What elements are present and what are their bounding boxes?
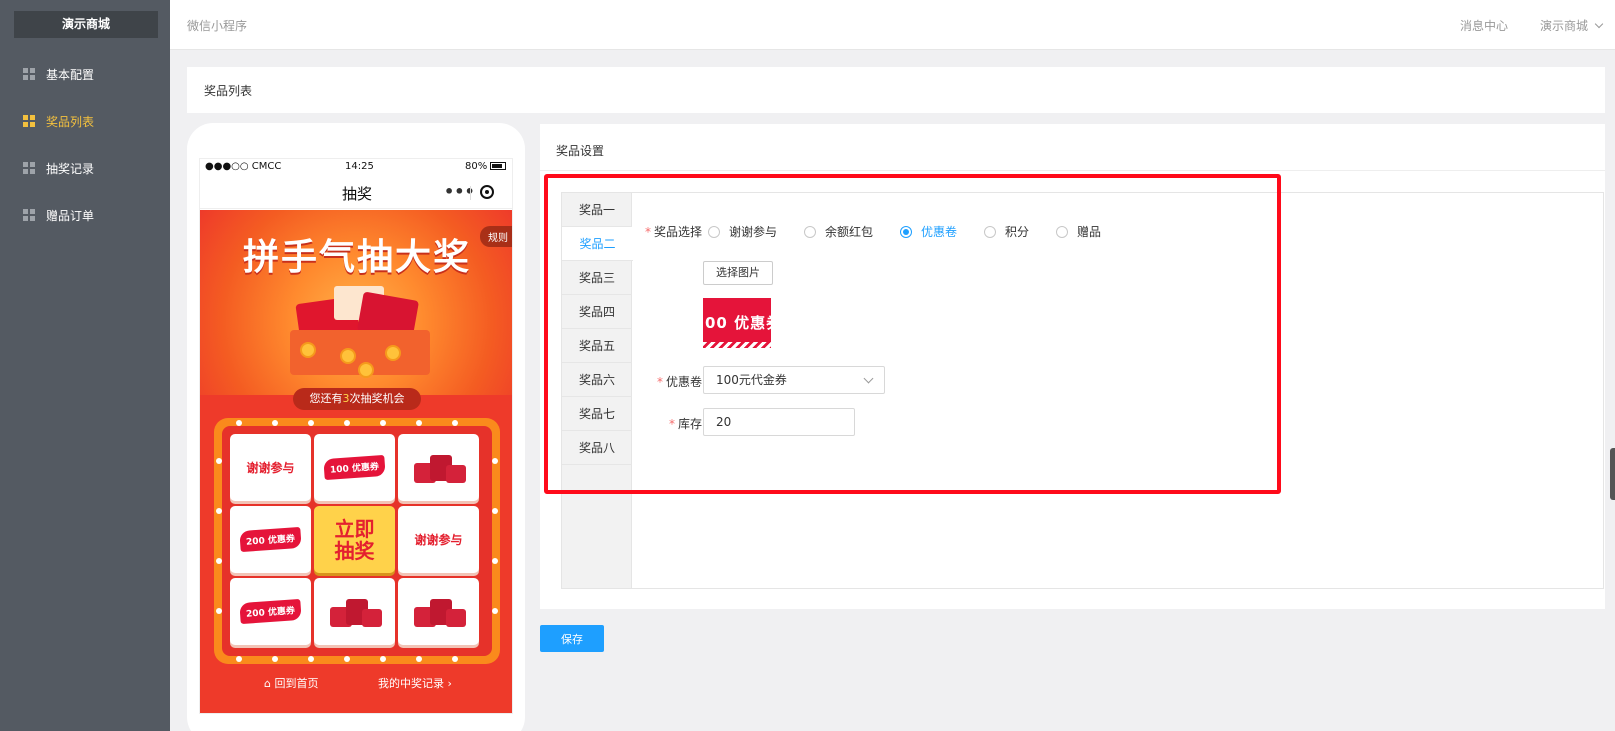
tab-prize-2[interactable]: 奖品二 [562, 227, 633, 261]
prize-cell-coupon-200: 200 优惠券 [230, 578, 311, 645]
sidebar-item-gift-orders[interactable]: 赠品订单 [0, 200, 170, 230]
sidebar: 演示商城 基本配置 奖品列表 抽奖记录 赠品订单 [0, 0, 170, 731]
sidebar-item-lottery-records[interactable]: 抽奖记录 [0, 153, 170, 183]
phone-screen: ●●●○○ CMCC 14:25 80% 抽奖 ••• 拼手气抽大奖 规则 您还… [199, 158, 513, 714]
grid-icon [23, 209, 35, 221]
sidebar-item-label: 赠品订单 [46, 208, 95, 223]
radio-circle-icon [804, 225, 816, 238]
draw-button[interactable]: 立即 抽奖 [314, 506, 395, 573]
my-records-link[interactable]: 我的中奖记录 › [378, 675, 452, 691]
radio-coupon[interactable]: 优惠卷 [900, 223, 957, 240]
chevron-down-icon [863, 373, 874, 384]
tab-prize-1[interactable]: 奖品一 [562, 193, 632, 227]
sidebar-item-prize-list[interactable]: 奖品列表 [0, 106, 170, 136]
rules-tag[interactable]: 规则 [480, 226, 512, 247]
settings-title: 奖品设置 [556, 144, 605, 158]
battery-indicator: 80% [465, 161, 507, 172]
brand-title[interactable]: 演示商城 [14, 11, 158, 38]
tab-prize-7[interactable]: 奖品七 [562, 397, 632, 431]
topbar: 微信小程序 消息中心 演示商城 [170, 0, 1615, 50]
prize-cell-gift [398, 578, 479, 645]
hero-footer: ⌂ 回到首页 我的中奖记录 › [200, 672, 512, 692]
prize-cell-coupon-100: 100 优惠券 [314, 434, 395, 501]
shop-dropdown[interactable]: 演示商城 [1540, 17, 1604, 34]
prize-cell-gift [398, 434, 479, 501]
chevron-down-icon [1594, 19, 1604, 29]
back-home-link[interactable]: ⌂ 回到首页 [264, 675, 318, 691]
tab-prize-4[interactable]: 奖品四 [562, 295, 632, 329]
prize-cell-gift [314, 578, 395, 645]
sidebar-item-basic-config[interactable]: 基本配置 [0, 59, 170, 89]
gift-icon [410, 449, 468, 487]
radio-circle-icon [708, 225, 720, 238]
close-target-icon[interactable] [480, 185, 494, 199]
prize-cell-thanks: 谢谢参与 [398, 506, 479, 573]
mini-program-navbar: 抽奖 ••• [200, 176, 512, 209]
gift-box-illustration [270, 286, 450, 380]
carrier-text: ●●●○○ CMCC [205, 161, 282, 172]
sidebar-item-label: 基本配置 [46, 67, 95, 82]
capsule-menu[interactable]: ••• [432, 181, 508, 205]
battery-icon [490, 162, 507, 170]
divider [540, 170, 1605, 171]
radio-circle-icon [1056, 225, 1068, 238]
message-center-link[interactable]: 消息中心 [1460, 17, 1508, 34]
radio-circle-icon [984, 225, 996, 238]
coupon-label: * 优惠卷 [656, 375, 702, 389]
phone-preview: ●●●○○ CMCC 14:25 80% 抽奖 ••• 拼手气抽大奖 规则 您还… [187, 123, 525, 731]
chance-count: 3 [342, 392, 350, 405]
stock-label: * 库存 [668, 417, 702, 431]
radio-checked-icon [900, 225, 912, 238]
save-button[interactable]: 保存 [540, 625, 604, 652]
tab-list: 奖品一 奖品二 奖品三 奖品四 奖品五 奖品六 奖品七 奖品八 [562, 193, 633, 588]
tab-prize-6[interactable]: 奖品六 [562, 363, 632, 397]
breadcrumb: 奖品列表 [187, 67, 1605, 113]
radio-points[interactable]: 积分 [984, 223, 1029, 240]
topbar-title: 微信小程序 [187, 19, 248, 33]
prize-cell-thanks: 谢谢参与 [230, 434, 311, 501]
choose-image-button[interactable]: 选择图片 [703, 261, 773, 285]
page-title: 奖品列表 [204, 84, 253, 98]
gift-icon [326, 593, 384, 631]
sidebar-item-label: 奖品列表 [46, 114, 95, 129]
grid-icon [23, 115, 35, 127]
grid-icon [23, 68, 35, 80]
radio-thanks[interactable]: 谢谢参与 [708, 223, 777, 240]
lottery-hero: 拼手气抽大奖 规则 您还有3次抽奖机会 谢谢参与 100 优惠券 200 优惠券… [200, 210, 512, 713]
prize-type-label: * 奖品选择 [644, 225, 702, 239]
stock-input[interactable] [703, 408, 855, 436]
sidebar-item-label: 抽奖记录 [46, 161, 95, 176]
battery-text: 80% [465, 161, 488, 172]
tab-prize-3[interactable]: 奖品三 [562, 261, 632, 295]
coupon-select[interactable]: 100元代金券 [703, 366, 885, 394]
scrollbar[interactable] [1610, 448, 1615, 500]
gift-icon [410, 593, 468, 631]
lottery-board: 谢谢参与 100 优惠券 200 优惠券 立即 抽奖 谢谢参与 200 优惠券 [214, 418, 500, 664]
prize-cell-coupon-200: 200 优惠券 [230, 506, 311, 573]
prize-image-preview: 00 优惠券 [703, 298, 771, 348]
grid-icon [23, 162, 35, 174]
prize-tabs: 奖品一 奖品二 奖品三 奖品四 奖品五 奖品六 奖品七 奖品八 * 奖品选择 谢谢… [561, 192, 1604, 589]
radio-balance-redpacket[interactable]: 余额红包 [804, 223, 873, 240]
radio-gift[interactable]: 赠品 [1056, 223, 1101, 240]
phone-status-bar: ●●●○○ CMCC 14:25 80% [200, 159, 512, 175]
shop-dropdown-label: 演示商城 [1540, 19, 1589, 33]
time-text: 14:25 [345, 161, 374, 172]
tab-prize-8[interactable]: 奖品八 [562, 431, 632, 465]
prize-settings-panel: 奖品设置 奖品一 奖品二 奖品三 奖品四 奖品五 奖品六 奖品七 奖品八 * 奖品… [540, 124, 1605, 609]
capsule-divider [470, 186, 471, 200]
hero-title: 拼手气抽大奖 [242, 237, 471, 278]
chance-counter: 您还有3次抽奖机会 [293, 388, 421, 410]
tab-prize-5[interactable]: 奖品五 [562, 329, 632, 363]
home-icon: ⌂ [264, 677, 275, 690]
